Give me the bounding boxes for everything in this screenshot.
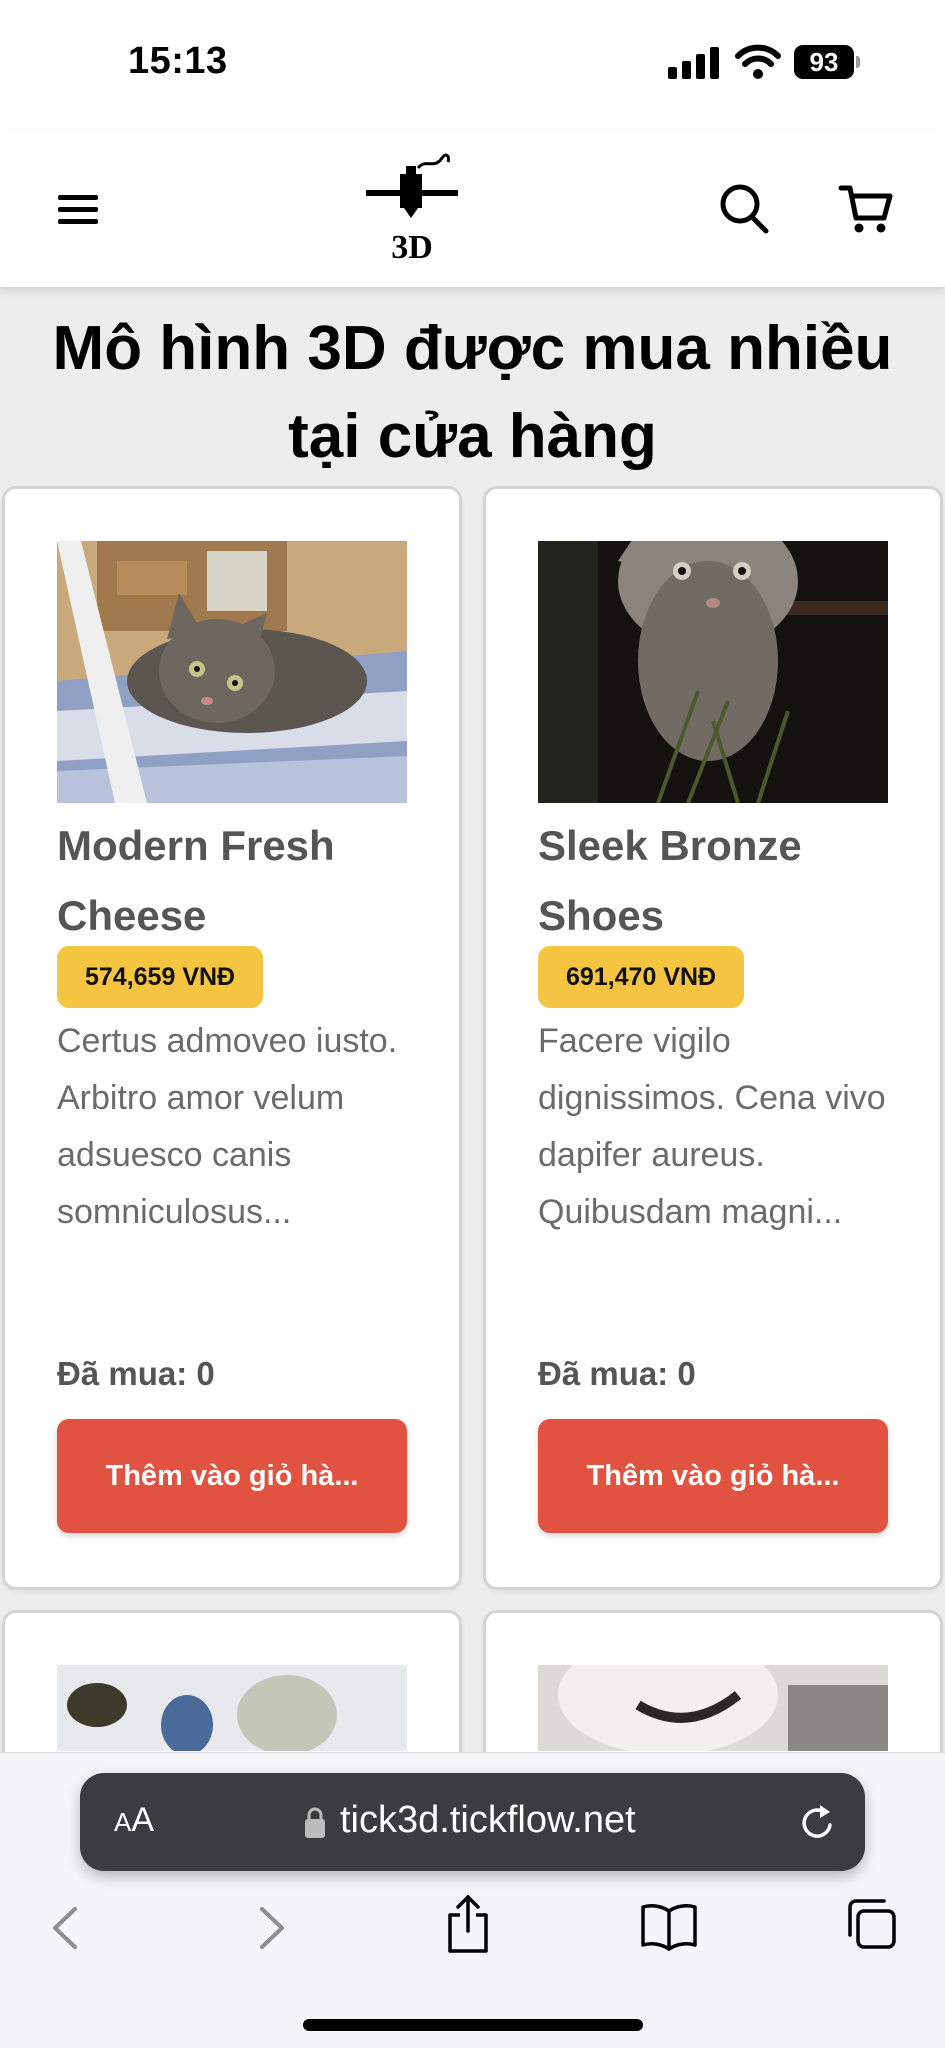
lock-icon <box>305 1807 325 1838</box>
back-icon[interactable] <box>45 1903 85 1953</box>
wifi-icon <box>735 44 781 79</box>
url-text[interactable]: tick3d.tickflow.net <box>340 1799 636 1842</box>
price-badge: 691,470 VNĐ <box>538 946 745 1008</box>
price-badge: 574,659 VNĐ <box>57 946 264 1008</box>
product-image[interactable] <box>57 541 407 803</box>
tabs-icon[interactable] <box>844 1897 898 1951</box>
product-name[interactable]: Sleek Bronze Shoes <box>538 811 898 951</box>
cellular-signal-icon <box>668 47 719 79</box>
product-image[interactable] <box>538 541 888 803</box>
product-description: Facere vigilo dignissimos. Cena vivo dap… <box>538 1022 886 1231</box>
reader-settings-button[interactable]: AA <box>114 1801 154 1840</box>
forward-icon[interactable] <box>252 1903 292 1953</box>
reload-icon[interactable] <box>798 1803 838 1843</box>
page-title: Mô hình 3D được mua nhiều tại cửa hàng <box>52 314 893 471</box>
bookmarks-icon[interactable] <box>640 1901 698 1951</box>
add-to-cart-button[interactable]: Thêm vào giỏ hà... <box>538 1419 888 1533</box>
search-icon[interactable] <box>718 180 770 236</box>
battery-tip <box>856 56 860 68</box>
purchase-count: Đã mua: 0 <box>538 1355 696 1392</box>
product-card[interactable]: Sleek Bronze Shoes 691,470 VNĐ Facere vi… <box>483 486 943 1590</box>
cart-icon[interactable] <box>838 180 894 236</box>
product-image[interactable] <box>57 1665 407 1751</box>
home-indicator <box>303 2019 643 2031</box>
battery-level: 93 <box>794 45 854 79</box>
add-to-cart-button[interactable]: Thêm vào giỏ hà... <box>57 1419 407 1533</box>
status-bar: 15:13 93 <box>0 0 945 130</box>
product-card[interactable]: Modern Fresh Cheese 574,659 VNĐ Certus a… <box>2 486 462 1590</box>
3d-printer-logo[interactable]: 3D <box>362 152 462 264</box>
purchase-count: Đã mua: 0 <box>57 1355 215 1392</box>
product-image[interactable] <box>538 1665 888 1751</box>
site-header: 3D <box>0 130 945 287</box>
product-description: Certus admoveo iusto. Arbitro amor velum… <box>57 1022 398 1231</box>
status-time: 15:13 <box>128 40 228 82</box>
browser-toolbar: AA tick3d.tickflow.net <box>0 1752 945 2048</box>
product-name[interactable]: Modern Fresh Cheese <box>57 811 417 951</box>
hamburger-menu-icon[interactable] <box>52 185 104 233</box>
share-icon[interactable] <box>444 1893 492 1955</box>
address-bar[interactable]: AA tick3d.tickflow.net <box>80 1773 865 1871</box>
svg-text:3D: 3D <box>391 229 433 264</box>
battery-icon: 93 <box>794 45 860 79</box>
